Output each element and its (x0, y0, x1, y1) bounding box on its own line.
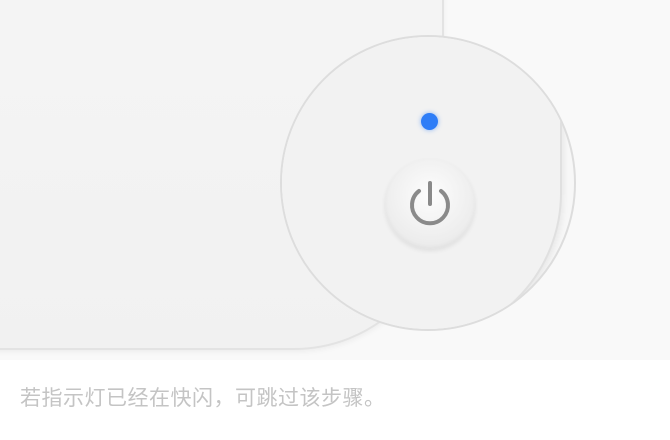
status-indicator-light (421, 113, 438, 130)
power-icon (410, 181, 450, 226)
setup-step: 若指示灯已经在快闪，可跳过该步骤。 (0, 0, 670, 440)
power-button[interactable] (385, 159, 475, 249)
device-illustration (0, 0, 670, 360)
hint-text: 若指示灯已经在快闪，可跳过该步骤。 (20, 386, 386, 410)
